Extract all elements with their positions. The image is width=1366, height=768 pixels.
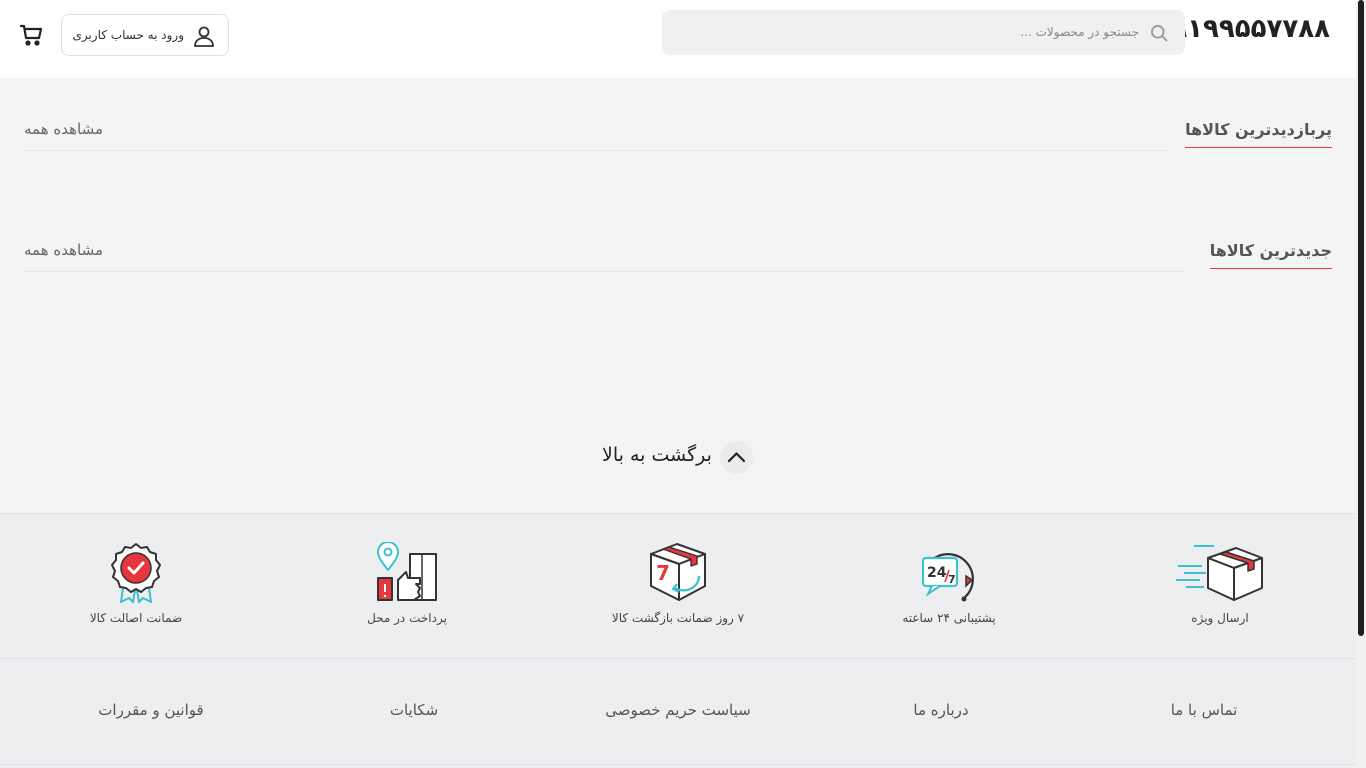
service-cash-on-delivery: پرداخت در محل	[307, 542, 507, 632]
cash-on-delivery-icon	[377, 542, 437, 601]
service-support-24-7: 24 7 پشتیبانی ۲۴ ساعته	[849, 542, 1049, 632]
service-label: پشتیبانی ۲۴ ساعته	[902, 611, 996, 625]
footer-link-about[interactable]: درباره ما	[841, 701, 1041, 719]
login-label: ورود به حساب کاربری	[72, 28, 184, 42]
service-label: ارسال ویژه	[1191, 611, 1249, 625]
scrollbar-thumb[interactable]	[1358, 0, 1364, 636]
chevron-up-icon-button[interactable]	[720, 441, 753, 474]
footer-divider	[0, 764, 1356, 765]
svg-text:7: 7	[656, 561, 670, 585]
footer: تماس با ما درباره ما سیاست حریم خصوصی شک…	[0, 659, 1356, 768]
service-return-7-days: 7 ۷ روز ضمانت بازگشت کالا	[578, 542, 778, 632]
service-authenticity: ضمانت اصالت کالا	[36, 542, 236, 632]
authenticity-badge-icon	[111, 543, 161, 603]
footer-link-contact[interactable]: تماس با ما	[1104, 701, 1304, 719]
login-button[interactable]: ورود به حساب کاربری	[61, 14, 229, 56]
return-7-days-icon: 7	[650, 543, 706, 601]
header: ۹۱۹۹۵۵۷۷۸۸ جستجو در محصولات ... ورود به …	[0, 0, 1356, 78]
services-bar: ارسال ویژه 24 7 پشتیبانی ۲۴ ساعته 7 ۷ رو…	[0, 513, 1356, 659]
see-all-newest-link[interactable]: مشاهده همه	[24, 241, 103, 259]
fast-delivery-box-icon	[1176, 545, 1263, 601]
support-24-7-icon: 24 7	[921, 553, 974, 602]
site-logo[interactable]: ۹۱۹۹۵۵۷۷۸۸	[1171, 14, 1330, 44]
back-to-top-label: برگشت به بالا	[602, 444, 712, 466]
service-fast-delivery: ارسال ویژه	[1120, 542, 1320, 632]
section-title-newest: جدیدترین کالاها	[1209, 241, 1332, 269]
section-title-most-viewed: پربازدیدترین کالاها	[1185, 120, 1332, 148]
section-divider	[24, 271, 1184, 272]
svg-text:7: 7	[948, 573, 956, 586]
cart-icon[interactable]	[20, 23, 44, 47]
service-label: پرداخت در محل	[367, 611, 447, 625]
scrollbar-track[interactable]	[1356, 0, 1366, 768]
search-bar[interactable]: جستجو در محصولات ...	[662, 10, 1185, 55]
search-input[interactable]: جستجو در محصولات ...	[1020, 10, 1139, 55]
footer-link-terms[interactable]: قوانین و مقررات	[51, 701, 251, 719]
user-icon	[194, 26, 214, 47]
service-label: ضمانت اصالت کالا	[89, 611, 183, 625]
chevron-up-icon	[727, 452, 746, 463]
footer-link-privacy[interactable]: سیاست حریم خصوصی	[578, 701, 778, 719]
service-label: ۷ روز ضمانت بازگشت کالا	[611, 611, 745, 625]
svg-text:24: 24	[927, 565, 947, 581]
footer-link-complaints[interactable]: شکایات	[314, 701, 514, 719]
section-divider	[24, 150, 1167, 151]
back-to-top-button[interactable]: برگشت به بالا	[600, 440, 760, 474]
search-icon	[1151, 25, 1168, 42]
see-all-most-viewed-link[interactable]: مشاهده همه	[24, 120, 103, 138]
